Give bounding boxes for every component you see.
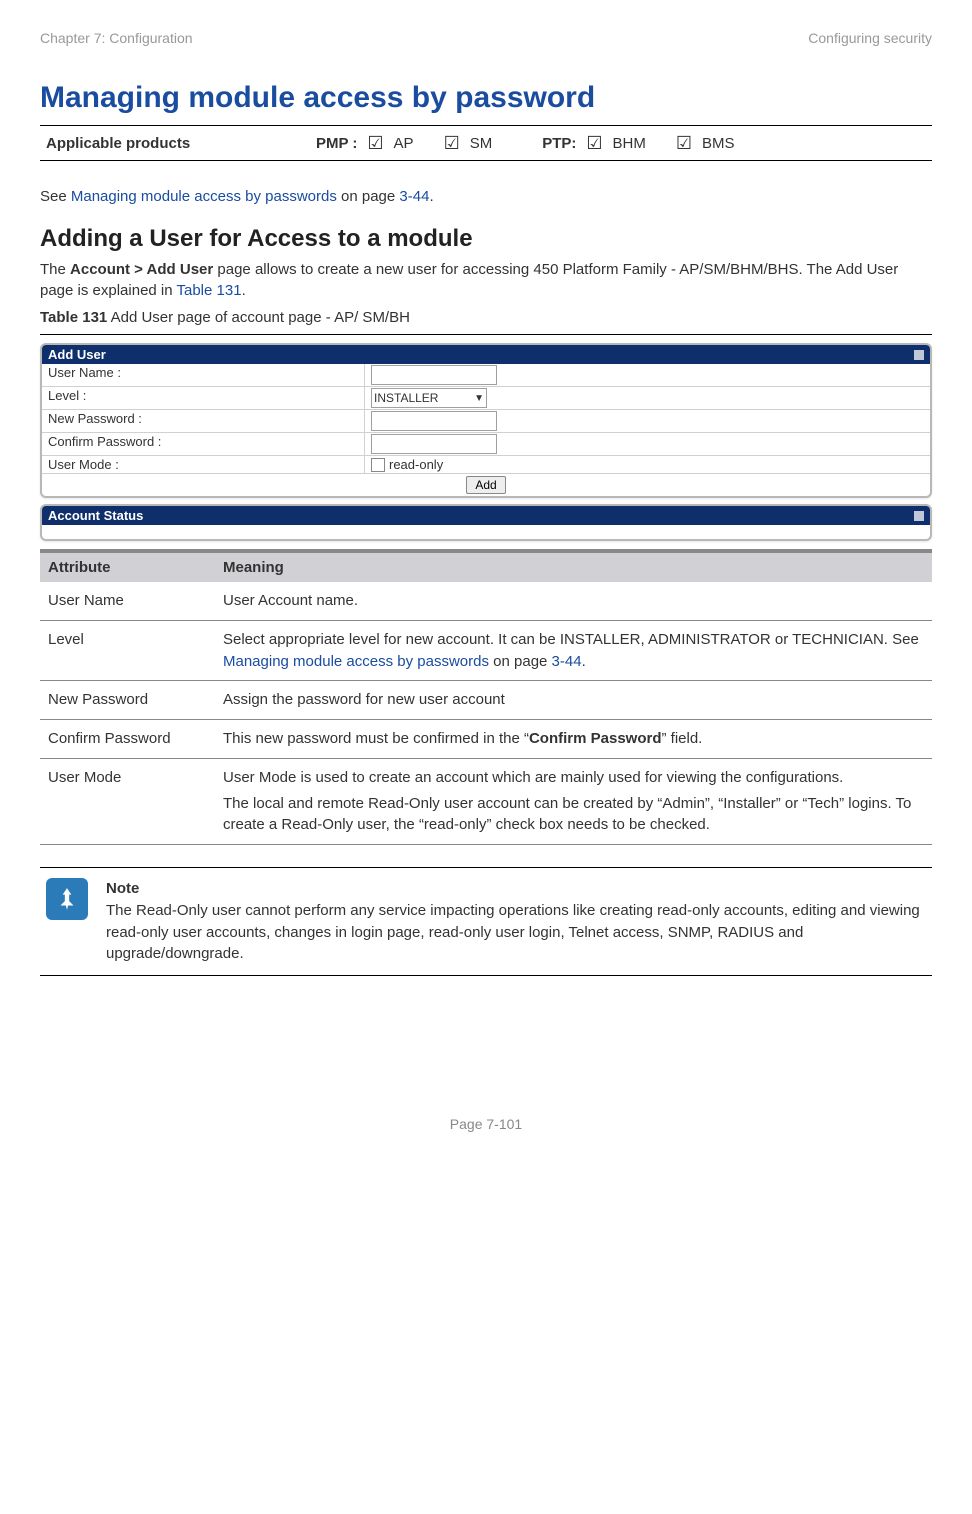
- panel-title-account-status: Account Status: [48, 508, 143, 523]
- collapse-icon[interactable]: [914, 511, 924, 521]
- attr-name: Confirm Password: [48, 728, 223, 750]
- page-title: Managing module access by password: [40, 81, 932, 115]
- note-callout: Note The Read-Only user cannot perform a…: [40, 867, 932, 976]
- attr-name: User Name: [48, 590, 223, 612]
- table-row: New Password Assign the password for new…: [40, 681, 932, 720]
- add-user-panel: Add User User Name : Level : INSTALLER ▼…: [40, 343, 932, 498]
- label-usermode: User Mode :: [42, 456, 365, 473]
- section-heading: Adding a User for Access to a module: [40, 225, 932, 253]
- attr-col-attribute: Attribute: [48, 559, 223, 576]
- meaning-text-b: ” field.: [662, 730, 703, 747]
- attr-name: New Password: [48, 689, 223, 711]
- add-user-form: User Name : Level : INSTALLER ▼ New Pass…: [42, 364, 930, 496]
- p1-d: .: [242, 282, 246, 299]
- input-username[interactable]: [371, 365, 497, 385]
- applicable-products-bar: Applicable products PMP : ☑ AP ☑ SM PTP:…: [40, 125, 932, 161]
- note-text: Note The Read-Only user cannot perform a…: [106, 878, 932, 965]
- checkbox-checked-icon: ☑: [444, 134, 460, 152]
- ptp-group-label: PTP:: [542, 135, 576, 152]
- form-row-confirmpassword: Confirm Password :: [42, 433, 930, 456]
- link-managing-passwords[interactable]: Managing module access by passwords: [71, 188, 337, 205]
- collapse-icon[interactable]: [914, 350, 924, 360]
- link-managing-passwords[interactable]: Managing module access by passwords: [223, 653, 489, 670]
- link-page-ref[interactable]: 3-44: [552, 653, 582, 670]
- meaning-suffix: .: [582, 653, 586, 670]
- info-icon: [46, 878, 88, 920]
- intro-prefix: See: [40, 188, 71, 205]
- note-body: The Read-Only user cannot perform any se…: [106, 900, 932, 965]
- header-right: Configuring security: [808, 30, 932, 46]
- pmp-item-ap: AP: [394, 135, 414, 152]
- table-caption-bold: Table 131: [40, 309, 107, 326]
- label-newpassword: New Password :: [42, 410, 365, 432]
- input-newpassword[interactable]: [371, 411, 497, 431]
- form-row-usermode: User Mode : read-only: [42, 456, 930, 474]
- label-level: Level :: [42, 387, 365, 409]
- page-footer: Page 7-101: [40, 1116, 932, 1132]
- table-row: Confirm Password This new password must …: [40, 720, 932, 759]
- form-row-username: User Name :: [42, 364, 930, 387]
- select-level-value: INSTALLER: [374, 391, 438, 405]
- attr-meaning: Select appropriate level for new account…: [223, 629, 924, 673]
- link-table131[interactable]: Table 131: [177, 282, 242, 299]
- table-row: Level Select appropriate level for new a…: [40, 621, 932, 682]
- pmp-group-label: PMP :: [316, 135, 357, 152]
- checkbox-checked-icon: ☑: [676, 134, 692, 152]
- intro-mid: on page: [337, 188, 400, 205]
- pin-icon: [54, 886, 80, 912]
- form-row-newpassword: New Password :: [42, 410, 930, 433]
- attr-col-meaning: Meaning: [223, 559, 924, 576]
- page-header: Chapter 7: Configuration Configuring sec…: [40, 30, 932, 46]
- link-page-ref[interactable]: 3-44: [399, 188, 429, 205]
- ptp-item-bms: BMS: [702, 135, 735, 152]
- attribute-table: Attribute Meaning User Name User Account…: [40, 549, 932, 845]
- checkbox-checked-icon: ☑: [367, 134, 383, 152]
- input-confirmpassword[interactable]: [371, 434, 497, 454]
- table-row: User Mode User Mode is used to create an…: [40, 759, 932, 845]
- meaning-bold: Confirm Password: [529, 730, 662, 747]
- panel-header-account-status: Account Status: [42, 506, 930, 525]
- checkbox-readonly[interactable]: [371, 458, 385, 472]
- select-level[interactable]: INSTALLER ▼: [371, 388, 487, 408]
- table-caption-rest: Add User page of account page - AP/ SM/B…: [107, 309, 410, 326]
- caption-rule: [40, 334, 932, 335]
- intro-paragraph: See Managing module access by passwords …: [40, 186, 932, 207]
- meaning-text-a: Select appropriate level for new account…: [223, 631, 919, 648]
- meaning-p2: The local and remote Read-Only user acco…: [223, 793, 924, 837]
- attr-meaning: Assign the password for new user account: [223, 689, 924, 711]
- meaning-p1: User Mode is used to create an account w…: [223, 767, 924, 789]
- table-caption: Table 131 Add User page of account page …: [40, 307, 932, 328]
- account-status-body: [42, 525, 930, 539]
- p1-bold: Account > Add User: [70, 261, 213, 278]
- meaning-text-a: This new password must be confirmed in t…: [223, 730, 529, 747]
- header-left: Chapter 7: Configuration: [40, 30, 193, 46]
- ptp-item-bhm: BHM: [613, 135, 646, 152]
- panel-header-add-user: Add User: [42, 345, 930, 364]
- applicable-products-label: Applicable products: [46, 135, 306, 152]
- attr-name: Level: [48, 629, 223, 673]
- pmp-item-sm: SM: [470, 135, 493, 152]
- section2-paragraph: The Account > Add User page allows to cr…: [40, 259, 932, 301]
- label-confirmpassword: Confirm Password :: [42, 433, 365, 455]
- note-title: Note: [106, 878, 932, 900]
- meaning-mid: on page: [489, 653, 552, 670]
- add-button-row: Add: [42, 474, 930, 496]
- p1-a: The: [40, 261, 70, 278]
- dropdown-arrow-icon: ▼: [474, 393, 484, 404]
- attr-meaning: This new password must be confirmed in t…: [223, 728, 924, 750]
- table-row: User Name User Account name.: [40, 582, 932, 621]
- attr-meaning: User Account name.: [223, 590, 924, 612]
- label-username: User Name :: [42, 364, 365, 386]
- checkbox-checked-icon: ☑: [586, 134, 602, 152]
- attribute-table-header: Attribute Meaning: [40, 553, 932, 582]
- checkbox-readonly-label: read-only: [389, 457, 443, 472]
- add-button[interactable]: Add: [466, 476, 505, 494]
- intro-suffix: .: [429, 188, 433, 205]
- attr-meaning: User Mode is used to create an account w…: [223, 767, 924, 836]
- panel-title-add-user: Add User: [48, 347, 106, 362]
- form-row-level: Level : INSTALLER ▼: [42, 387, 930, 410]
- attr-name: User Mode: [48, 767, 223, 836]
- account-status-panel: Account Status: [40, 504, 932, 541]
